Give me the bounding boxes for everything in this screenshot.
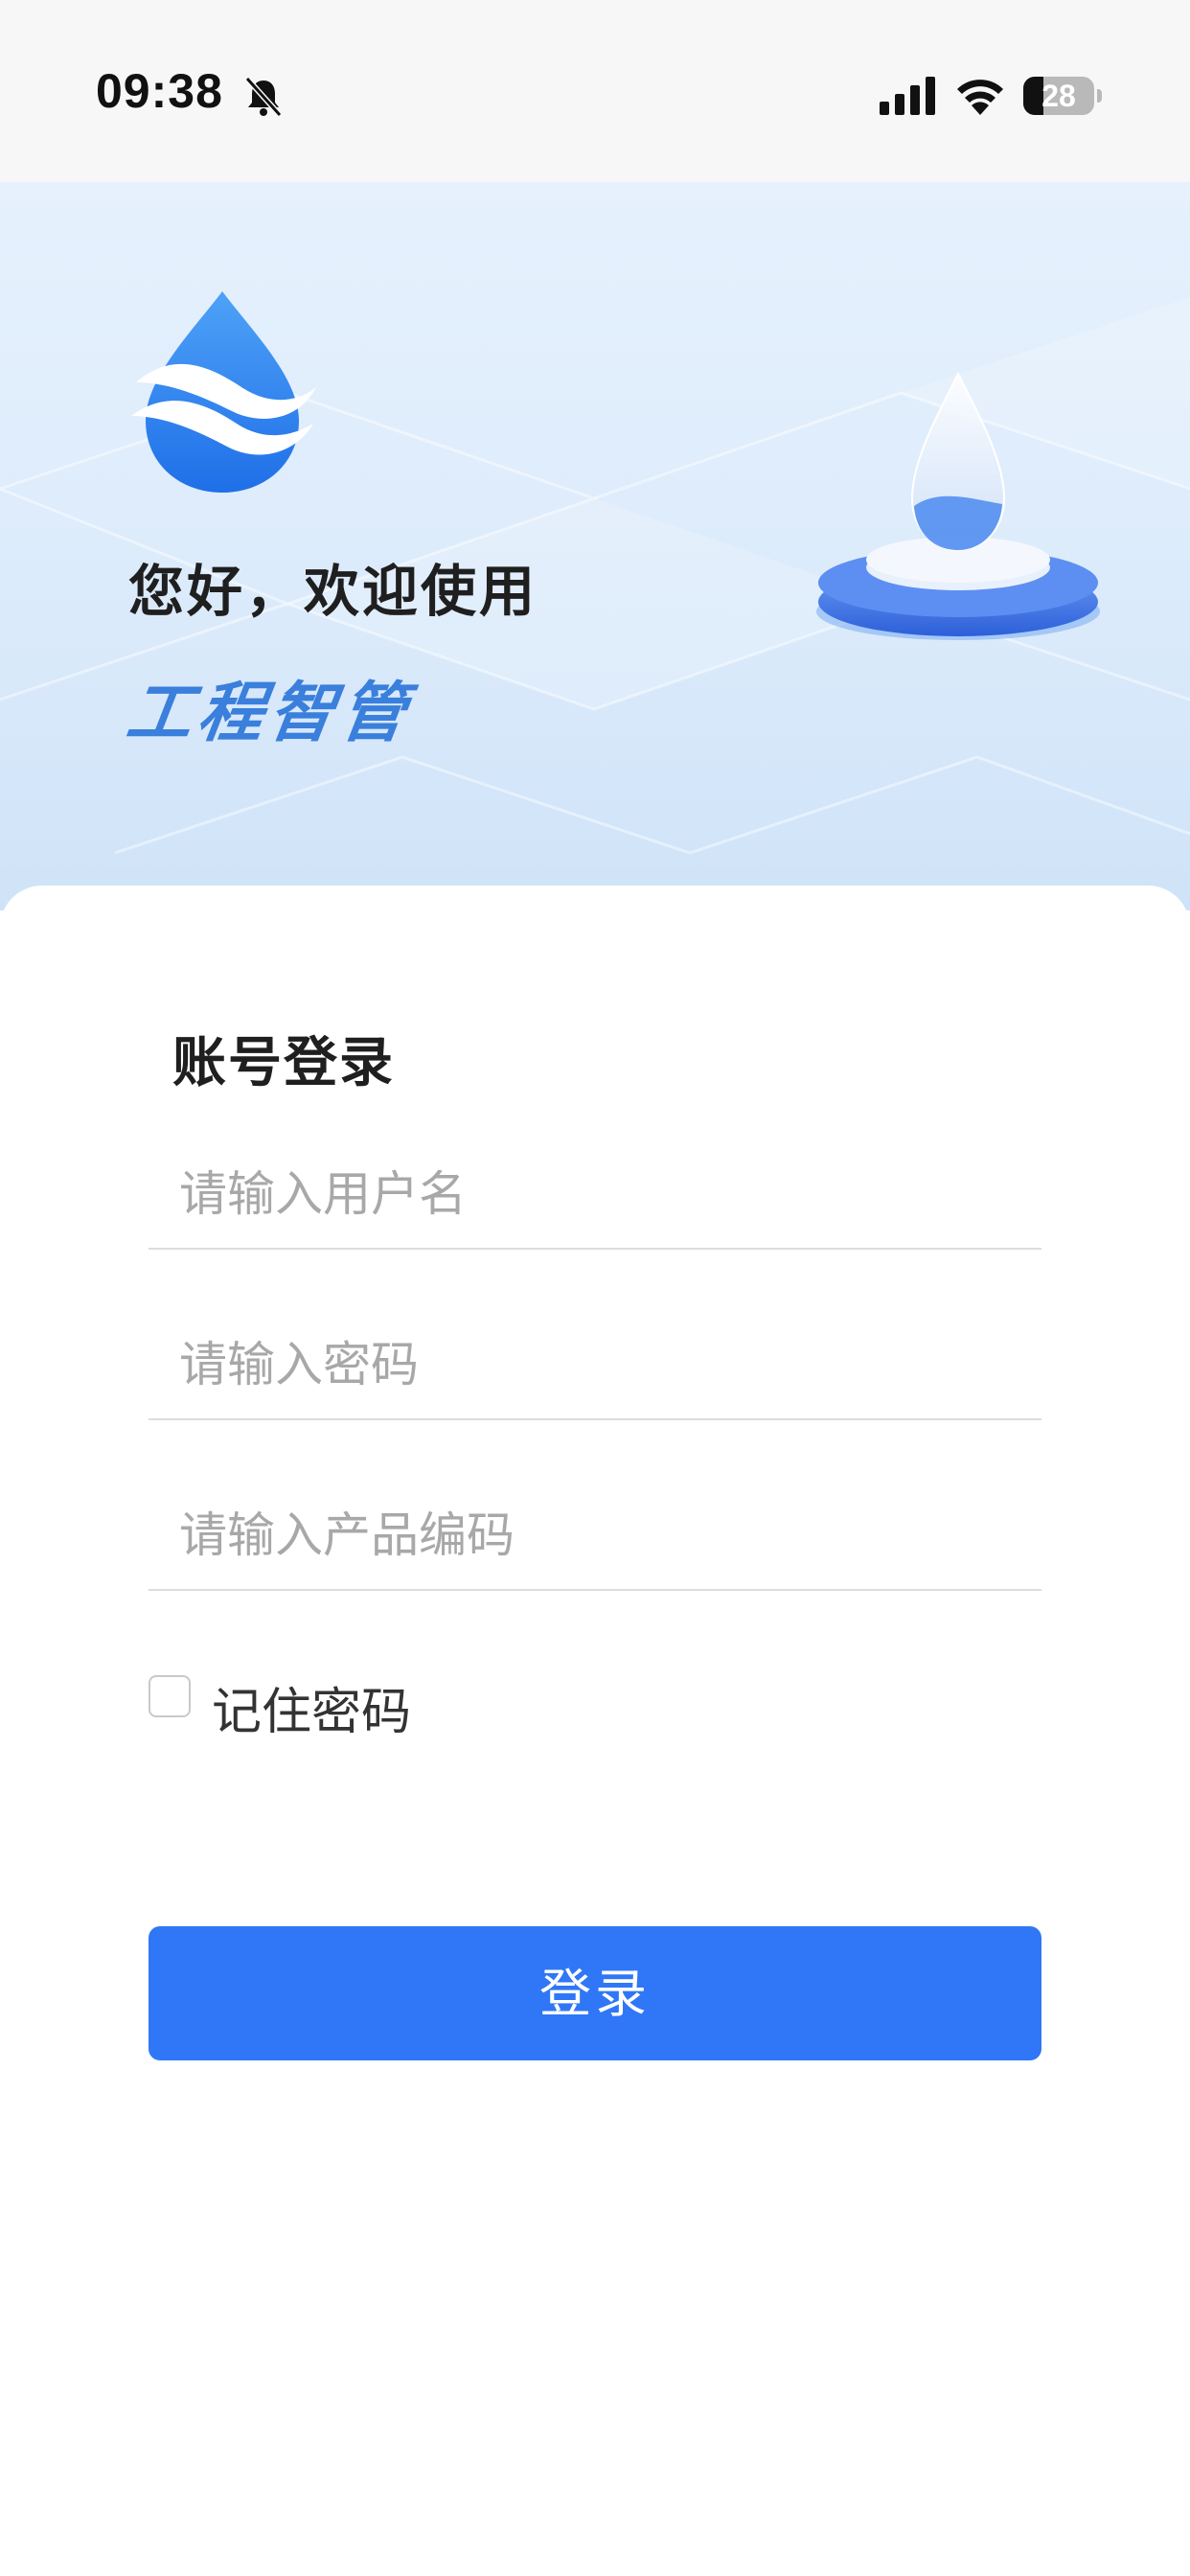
- signal-icon: [880, 77, 935, 115]
- wifi-icon: [957, 80, 1003, 115]
- login-button[interactable]: 登录: [149, 1926, 1041, 2060]
- password-input[interactable]: [179, 1326, 1022, 1403]
- app-name-logo: 工程智管: [122, 676, 417, 751]
- username-field-container: [149, 1133, 1041, 1250]
- bell-muted-icon: [244, 76, 283, 118]
- password-field-container: [149, 1303, 1041, 1420]
- welcome-text: 您好，欢迎使用: [128, 559, 538, 624]
- product-code-field-container: [149, 1474, 1041, 1591]
- username-input[interactable]: [179, 1156, 1022, 1232]
- battery-icon: 28: [1023, 77, 1102, 115]
- remember-password-label[interactable]: 记住密码: [212, 1671, 411, 1743]
- status-bar: 09:38 28: [0, 0, 1190, 182]
- battery-level: 28: [1041, 79, 1076, 113]
- remember-password-checkbox[interactable]: [149, 1675, 191, 1717]
- login-title: 账号登录: [172, 1032, 395, 1094]
- product-code-input[interactable]: [179, 1497, 1022, 1574]
- login-card: 账号登录 记住密码 登录: [0, 886, 1190, 2576]
- hero-banner: 您好，欢迎使用 工程智管: [0, 182, 1190, 910]
- status-time: 09:38: [96, 64, 223, 118]
- water-drop-platform-icon: [816, 371, 1100, 640]
- water-drop-logo-icon: [131, 291, 316, 493]
